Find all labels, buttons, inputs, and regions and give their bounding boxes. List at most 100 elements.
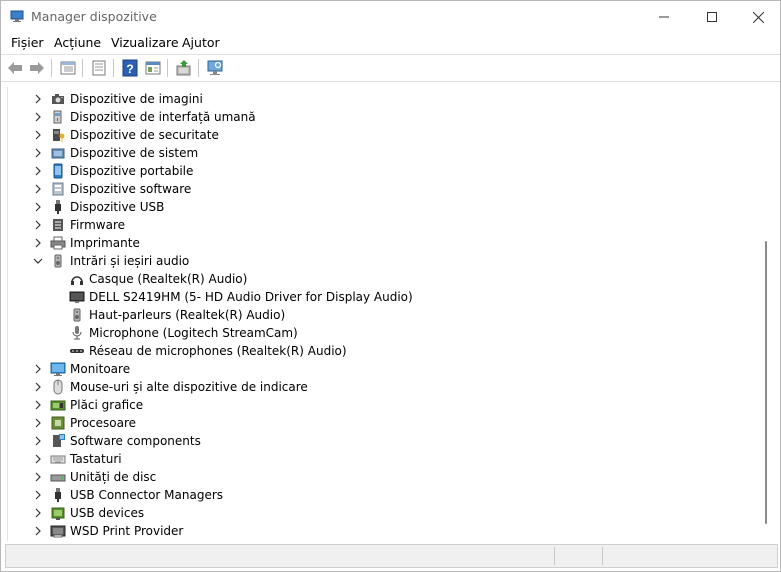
chevron-right-icon[interactable]	[32, 453, 44, 465]
vertical-scrollbar[interactable]	[760, 87, 780, 541]
device-tree[interactable]: Dispozitive de imagini Dispozitive de int…	[7, 87, 760, 541]
title-bar[interactable]: Manager dispozitive	[1, 1, 780, 33]
firmware-icon	[53, 219, 63, 231]
hid-icon	[53, 110, 62, 124]
tree-device-item[interactable]: Réseau de microphones (Realtek(R) Audio)	[8, 342, 760, 360]
tree-category-item[interactable]: Dispozitive de interfață umană	[8, 108, 760, 126]
tree-item-label: Firmware	[70, 218, 125, 232]
speaker-icon	[54, 254, 62, 268]
list-view-icon[interactable]	[90, 59, 108, 77]
tree-device-item[interactable]: DELL S2419HM (5- HD Audio Driver for Dis…	[8, 288, 760, 306]
window-title: Manager dispozitive	[31, 9, 157, 24]
minimize-icon	[659, 16, 669, 18]
tree-category-item[interactable]: Imprimante	[8, 234, 760, 252]
processor-icon	[51, 416, 65, 430]
menu-view[interactable]: Vizualizare	[111, 35, 179, 50]
tree-device-item[interactable]: Microphone (Logitech StreamCam)	[8, 324, 760, 342]
software-component-icon	[53, 434, 65, 447]
tree-device-item[interactable]: Haut-parleurs (Realtek(R) Audio)	[8, 306, 760, 324]
tree-category-item[interactable]: Unități de disc	[8, 468, 760, 486]
chevron-right-icon[interactable]	[32, 525, 44, 537]
help-icon[interactable]: ?	[121, 59, 139, 77]
software-device-icon	[52, 182, 64, 196]
chevron-right-icon[interactable]	[32, 471, 44, 483]
tree-item-label: Dispozitive software	[70, 182, 192, 196]
tree-category-item[interactable]: USB devices	[8, 504, 760, 522]
toolbar-separator	[167, 59, 168, 77]
update-driver-icon[interactable]	[175, 59, 193, 77]
chevron-right-icon[interactable]	[32, 183, 44, 195]
tree-category-item[interactable]: Dispozitive de imagini	[8, 90, 760, 108]
tree-item-label: Procesoare	[70, 416, 137, 430]
menu-file[interactable]: Fișier	[11, 35, 44, 50]
tree-category-item[interactable]: Tastaturi	[8, 450, 760, 468]
tree-item-label: Plăci grafice	[70, 398, 144, 412]
minimize-button[interactable]	[641, 1, 687, 33]
tree-item-label: Dispozitive USB	[70, 200, 165, 214]
tree-category-item[interactable]: Procesoare	[8, 414, 760, 432]
resources-view-icon[interactable]	[144, 59, 162, 77]
status-separator	[554, 547, 555, 565]
tree-category-item[interactable]: Plăci grafice	[8, 396, 760, 414]
chevron-right-icon[interactable]	[32, 219, 44, 231]
toolbar-separator	[113, 59, 114, 77]
camera-icon	[52, 94, 64, 104]
forward-icon[interactable]	[28, 59, 46, 77]
chevron-right-icon[interactable]	[32, 363, 44, 375]
tree-category-item[interactable]: Dispozitive de sistem	[8, 144, 760, 162]
tree-item-label: Dispozitive de sistem	[70, 146, 199, 160]
chevron-right-icon[interactable]	[32, 165, 44, 177]
chevron-down-icon[interactable]	[32, 255, 44, 267]
tree-category-item[interactable]: Dispozitive portabile	[8, 162, 760, 180]
scrollbar-thumb[interactable]	[765, 241, 767, 524]
chevron-right-icon[interactable]	[32, 201, 44, 213]
chevron-right-icon[interactable]	[32, 399, 44, 411]
properties-view-icon[interactable]	[59, 59, 77, 77]
tree-category-item[interactable]: Dispozitive de securitate	[8, 126, 760, 144]
chevron-right-icon[interactable]	[32, 435, 44, 447]
portable-device-icon	[53, 163, 63, 179]
speaker-icon	[73, 308, 81, 322]
printer-icon	[50, 236, 66, 250]
tree-item-label: Dispozitive portabile	[70, 164, 194, 178]
monitor-audio-icon	[69, 291, 85, 303]
tree-item-label: USB devices	[70, 506, 145, 520]
scan-hardware-icon[interactable]	[206, 59, 224, 77]
disk-drive-icon	[50, 474, 66, 482]
tree-item-label: Dispozitive de securitate	[70, 128, 219, 142]
tree-item-label: USB Connector Managers	[70, 488, 224, 502]
tree-category-item[interactable]: USB Connector Managers	[8, 486, 760, 504]
back-icon[interactable]	[6, 59, 24, 77]
tree-category-item[interactable]: Dispozitive USB	[8, 198, 760, 216]
menu-action[interactable]: Acțiune	[54, 35, 101, 50]
microphone-icon	[72, 326, 82, 340]
chevron-right-icon[interactable]	[32, 381, 44, 393]
toolbar-separator	[198, 59, 199, 77]
status-bar	[5, 544, 778, 568]
close-button[interactable]	[735, 1, 780, 33]
tree-category-item[interactable]: Software components	[8, 432, 760, 450]
maximize-button[interactable]	[689, 1, 735, 33]
close-icon	[752, 11, 764, 23]
tree-category-item[interactable]: Dispozitive software	[8, 180, 760, 198]
chevron-right-icon[interactable]	[32, 111, 44, 123]
tree-category-item[interactable]: Monitoare	[8, 360, 760, 378]
chevron-right-icon[interactable]	[32, 507, 44, 519]
chevron-right-icon[interactable]	[32, 489, 44, 501]
tree-item-label: Intrări și ieșiri audio	[70, 254, 190, 268]
tree-category-item[interactable]: Mouse-uri și alte dispozitive de indicar…	[8, 378, 760, 396]
tree-category-item[interactable]: WSD Print Provider	[8, 522, 760, 540]
maximize-icon	[707, 12, 717, 22]
chevron-right-icon[interactable]	[32, 129, 44, 141]
tree-item-label: Dispozitive de imagini	[70, 92, 203, 106]
tree-item-label: Tastaturi	[70, 452, 122, 466]
chevron-right-icon[interactable]	[32, 93, 44, 105]
tree-category-item[interactable]: Firmware	[8, 216, 760, 234]
chevron-right-icon[interactable]	[32, 237, 44, 249]
tree-device-item[interactable]: Casque (Realtek(R) Audio)	[8, 270, 760, 288]
chevron-right-icon[interactable]	[32, 147, 44, 159]
toolbar-separator	[51, 59, 52, 77]
tree-category-item[interactable]: Intrări și ieșiri audio	[8, 252, 760, 270]
menu-help[interactable]: Ajutor	[182, 35, 220, 50]
chevron-right-icon[interactable]	[32, 417, 44, 429]
